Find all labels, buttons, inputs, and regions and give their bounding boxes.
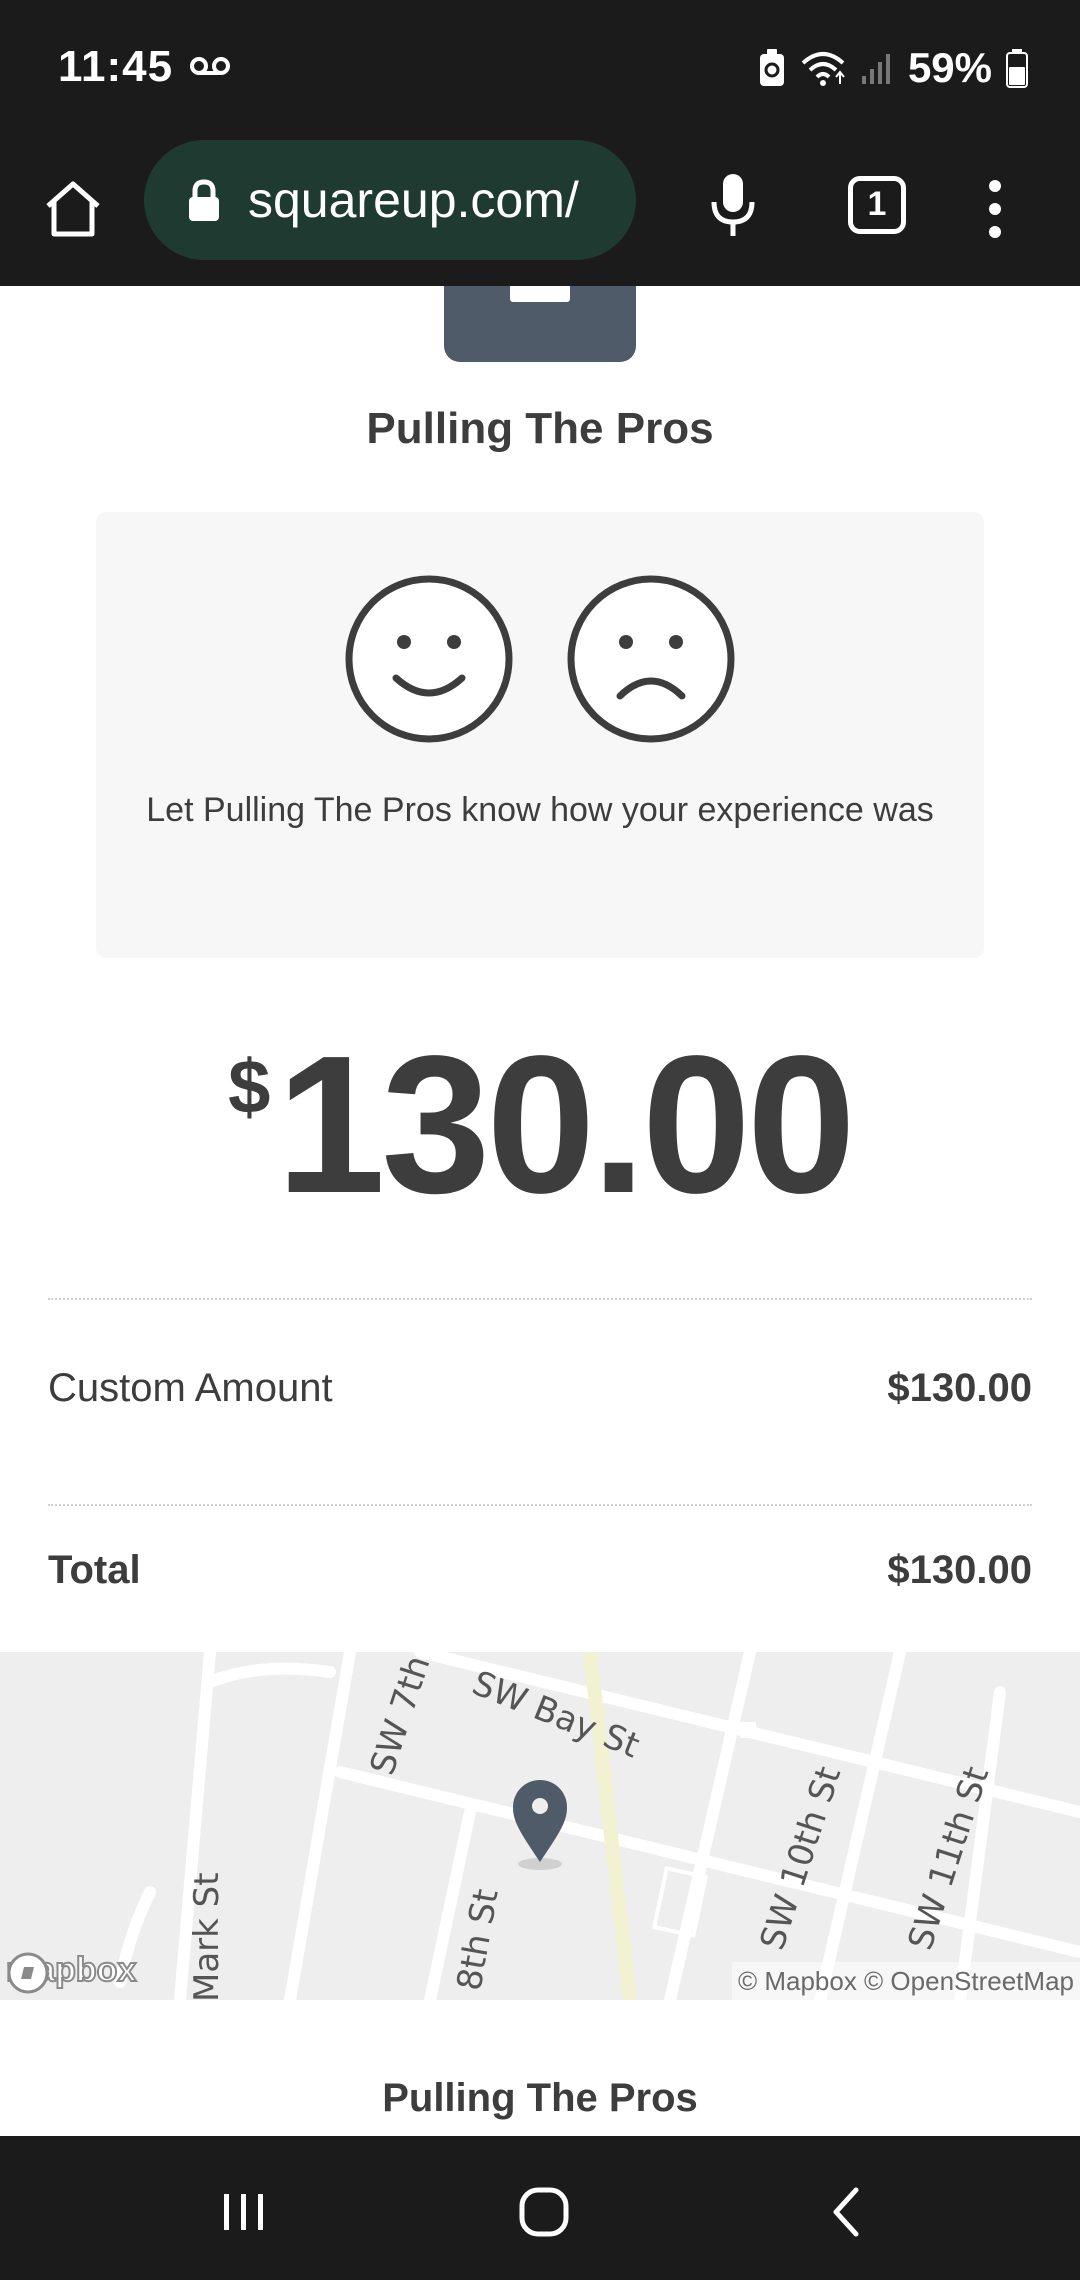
signal-icon: [861, 54, 890, 84]
voicemail-icon: [190, 57, 230, 75]
status-icons: 59%: [758, 44, 1028, 92]
line-item-row: Custom Amount $130.00: [48, 1366, 1032, 1411]
map-streets: SW 7th SW Bay St Mark St 8th St SW 10th …: [114, 1652, 1080, 2000]
divider: [48, 1298, 1032, 1300]
url-text[interactable]: squareup.com/: [248, 171, 579, 229]
line-item-label: Custom Amount: [48, 1366, 333, 1410]
logo-mark: [510, 286, 570, 302]
wifi-icon: [801, 52, 845, 86]
lock-icon: [189, 179, 219, 221]
status-bar: 11:45 59%: [0, 0, 1080, 140]
sad-face-icon[interactable]: [566, 574, 736, 744]
street-label: SW 7th: [363, 1652, 439, 1780]
merchant-name: Pulling The Pros: [366, 404, 714, 453]
feedback-prompt: Let Pulling The Pros know how your exper…: [146, 791, 934, 829]
map-attribution[interactable]: © Mapbox © OpenStreetMap: [731, 1962, 1080, 2000]
street-label: SW Bay St: [467, 1663, 645, 1766]
feedback-card: Let Pulling The Pros know how your exper…: [96, 512, 984, 958]
back-icon[interactable]: [808, 2172, 888, 2252]
system-nav-bar: [0, 2136, 1080, 2280]
url-bar[interactable]: squareup.com/: [144, 140, 636, 260]
amount-value: 130.00: [276, 1015, 855, 1234]
battery-saver-icon: [759, 49, 784, 86]
footer-merchant-name: Pulling The Pros: [382, 2076, 698, 2120]
happy-face-icon[interactable]: [344, 574, 514, 744]
map-pin-icon: [513, 1780, 567, 1870]
mapbox-logo[interactable]: mapbox: [5, 1950, 137, 1994]
more-vert-icon[interactable]: [980, 176, 1010, 242]
street-label: 8th St: [449, 1886, 506, 1994]
total-label: Total: [48, 1548, 141, 1592]
merchant-logo: [444, 286, 636, 362]
mapbox-icon: [7, 1952, 49, 1994]
tabs-icon[interactable]: 1: [848, 176, 906, 234]
divider: [48, 1504, 1032, 1506]
currency-symbol: $: [228, 1045, 271, 1130]
browser-toolbar: squareup.com/ 1: [0, 140, 1080, 286]
status-time: 11:45: [58, 42, 174, 91]
home-nav-icon[interactable]: [504, 2172, 584, 2252]
home-icon[interactable]: [40, 176, 106, 242]
amount-display: $130.00: [0, 1020, 1080, 1230]
recent-apps-icon[interactable]: [204, 2172, 284, 2252]
mic-icon[interactable]: [706, 170, 760, 240]
street-label: Mark St: [187, 1872, 227, 2000]
total-value: $130.00: [887, 1548, 1032, 1592]
battery-percent: 59%: [907, 44, 992, 91]
location-map[interactable]: SW 7th SW Bay St Mark St 8th St SW 10th …: [0, 1652, 1080, 2000]
battery-icon: [1006, 49, 1028, 88]
total-row: Total $130.00: [48, 1548, 1032, 1593]
line-item-value: $130.00: [887, 1366, 1032, 1410]
